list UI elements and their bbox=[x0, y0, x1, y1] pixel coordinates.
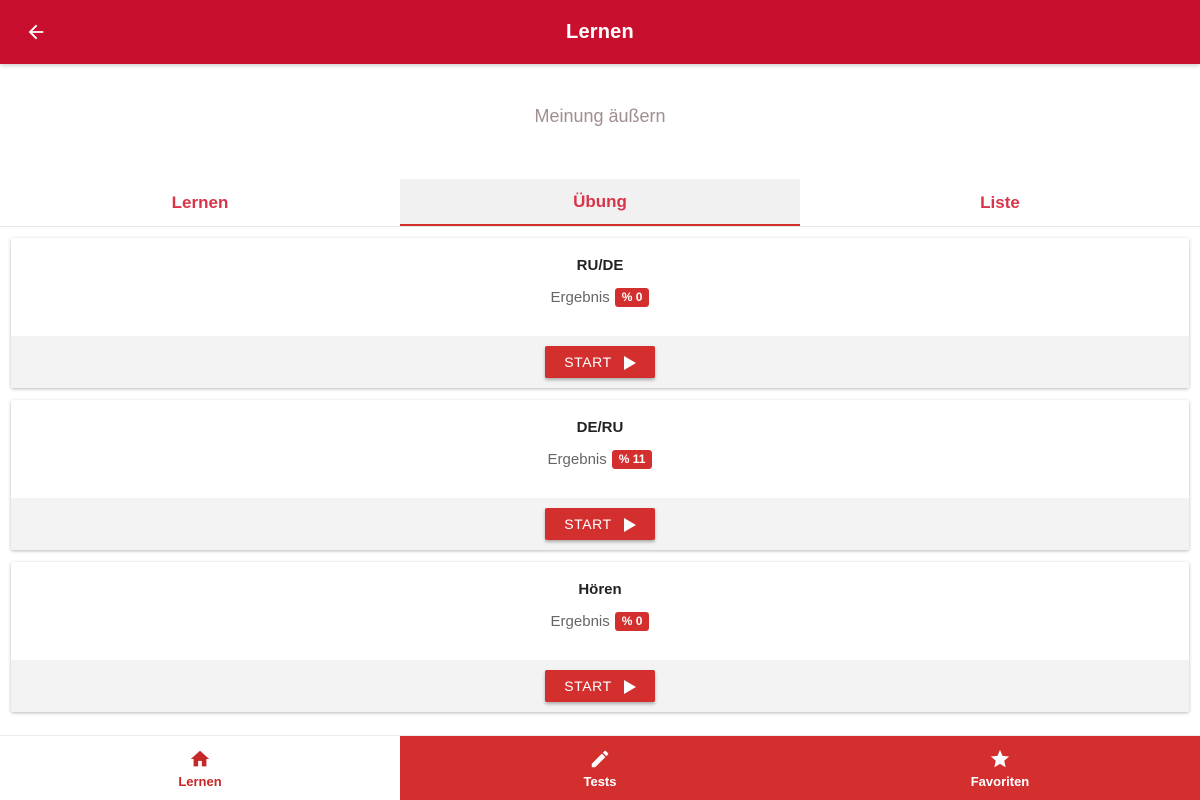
start-button[interactable]: START bbox=[545, 508, 655, 540]
exercise-card-de-ru: DE/RU Ergebnis % 11 START bbox=[11, 400, 1189, 550]
exercise-title: Hören bbox=[578, 581, 622, 598]
start-button[interactable]: START bbox=[545, 346, 655, 378]
nav-item-tests[interactable]: Tests bbox=[400, 736, 800, 800]
start-button-label: START bbox=[564, 354, 612, 370]
play-icon bbox=[623, 355, 636, 370]
card-footer: START bbox=[11, 498, 1189, 550]
nav-label: Favoriten bbox=[970, 773, 1030, 789]
play-icon bbox=[623, 679, 636, 694]
start-button[interactable]: START bbox=[545, 670, 655, 702]
play-icon bbox=[623, 517, 636, 532]
start-button-label: START bbox=[564, 516, 612, 532]
result-row: Ergebnis % 11 bbox=[11, 450, 1189, 469]
pencil-icon bbox=[589, 748, 611, 770]
nav-label: Tests bbox=[583, 773, 617, 789]
nav-item-favoriten[interactable]: Favoriten bbox=[800, 736, 1200, 800]
result-label: Ergebnis bbox=[550, 613, 610, 630]
back-button[interactable] bbox=[20, 16, 52, 48]
result-label: Ergebnis bbox=[547, 451, 607, 468]
tab-uebung[interactable]: Übung bbox=[400, 179, 800, 226]
header-title: Lernen bbox=[566, 20, 634, 43]
card-footer: START bbox=[11, 660, 1189, 712]
exercise-card-ru-de: RU/DE Ergebnis % 0 START bbox=[11, 238, 1189, 388]
arrow-left-icon bbox=[28, 24, 44, 40]
start-button-label: START bbox=[564, 678, 612, 694]
result-badge: % 0 bbox=[614, 288, 650, 307]
nav-label: Lernen bbox=[178, 773, 222, 789]
star-icon bbox=[989, 748, 1011, 770]
tab-lernen[interactable]: Lernen bbox=[0, 179, 400, 226]
card-footer: START bbox=[11, 336, 1189, 388]
result-badge: % 11 bbox=[611, 450, 653, 469]
card-header: Hören Ergebnis % 0 bbox=[11, 562, 1189, 660]
exercise-title: DE/RU bbox=[576, 419, 624, 436]
app-header: Lernen bbox=[0, 0, 1200, 64]
exercise-list: RU/DE Ergebnis % 0 START DE/RU Ergebnis … bbox=[11, 238, 1189, 724]
topic-subtitle: Meinung äußern bbox=[534, 106, 666, 126]
exercise-title: RU/DE bbox=[576, 257, 624, 274]
card-header: DE/RU Ergebnis % 11 bbox=[11, 400, 1189, 498]
nav-item-lernen[interactable]: Lernen bbox=[0, 736, 400, 800]
result-badge: % 0 bbox=[614, 612, 650, 631]
tab-bar: Lernen Übung Liste bbox=[0, 179, 1200, 227]
result-label: Ergebnis bbox=[550, 289, 610, 306]
result-row: Ergebnis % 0 bbox=[11, 612, 1189, 631]
result-row: Ergebnis % 0 bbox=[11, 288, 1189, 307]
bottom-navigation: Lernen Tests Favoriten bbox=[0, 735, 1200, 800]
exercise-card-hoeren: Hören Ergebnis % 0 START bbox=[11, 562, 1189, 712]
tab-liste[interactable]: Liste bbox=[800, 179, 1200, 226]
card-header: RU/DE Ergebnis % 0 bbox=[11, 238, 1189, 336]
app-root: Lernen Meinung äußern Lernen Übung Liste… bbox=[0, 0, 1200, 800]
home-icon bbox=[189, 748, 211, 770]
